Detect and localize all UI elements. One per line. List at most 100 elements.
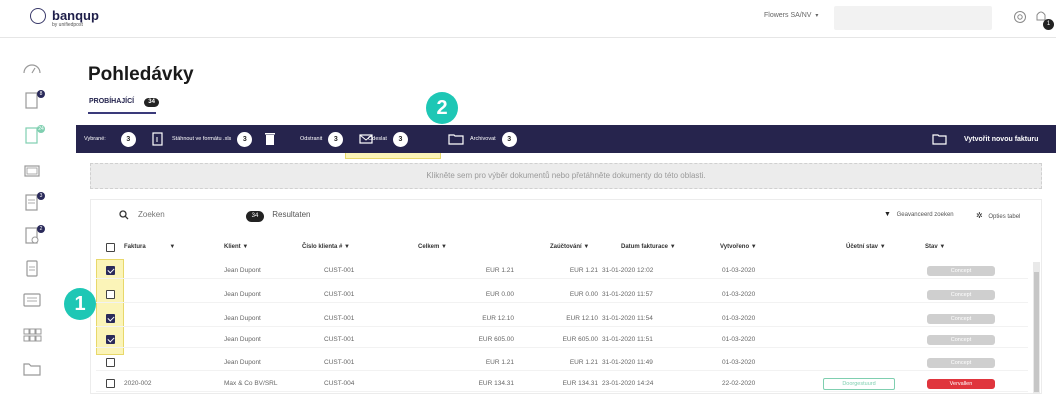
cell-klient: Jean Dupont	[224, 267, 261, 274]
status-badge: Concept	[927, 290, 995, 300]
download-xls-button[interactable]: Stáhnout ve formátu .xls 3	[150, 125, 253, 153]
send-label: Odeslat	[368, 136, 387, 142]
tab-in-progress[interactable]: PROBÍHAJÍCÍ 34	[89, 98, 160, 107]
upload-drop-zone[interactable]: Klikněte sem pro výběr dokumentů nebo př…	[90, 163, 1042, 189]
status-badge: Concept	[927, 358, 995, 368]
company-name: Flowers SA/NV	[764, 12, 812, 19]
cell-cislo: CUST-001	[324, 291, 355, 298]
bulk-action-bar: Vybrané: 3 Stáhnout ve formátu .xls 3 Od…	[76, 125, 1056, 153]
cell-faktura[interactable]: 2020-002	[124, 380, 151, 387]
col-header-faktura[interactable]: Faktura ▼	[124, 244, 175, 250]
cell-celkem: EUR 134.31	[478, 380, 514, 387]
col-header-zauctovani[interactable]: Zaúčtování ▼	[550, 244, 589, 250]
search-icon	[119, 210, 129, 220]
cell-cislo: CUST-001	[324, 336, 355, 343]
cell-celkem: EUR 1.21	[485, 267, 514, 274]
archive-action[interactable]: Archivovat 3	[448, 125, 517, 153]
cell-zauctovani: EUR 12.10	[566, 315, 598, 322]
col-header-datum[interactable]: Datum fakturace ▼	[621, 244, 676, 250]
row-divider	[96, 370, 1028, 371]
filter-icon: ▼	[939, 244, 946, 250]
cell-vytvoreno: 01-03-2020	[722, 267, 756, 274]
filter-icon: ▼	[169, 244, 176, 250]
logo-mark-icon	[30, 8, 46, 24]
results-summary: 34 Resultaten	[246, 210, 310, 222]
cell-datum: 31-01-2020 11:49	[602, 359, 653, 366]
table-options-button[interactable]: ✲ Opties tabel	[976, 211, 1020, 220]
create-invoice-label: Vytvořit novou fakturu	[964, 135, 1039, 143]
row-divider	[96, 278, 1028, 279]
payments-icon[interactable]	[20, 159, 44, 183]
results-count: 34	[246, 211, 264, 222]
advanced-search-button[interactable]: ▼ Geavanceerd zoeken	[884, 211, 954, 218]
col-header-cislo[interactable]: Číslo klienta # ▼	[302, 244, 350, 250]
col-header-ucetni-stav[interactable]: Účetní stav ▼	[846, 244, 886, 250]
table-search-input[interactable]	[138, 206, 218, 222]
contacts-grid-icon[interactable]	[20, 324, 44, 348]
download-doc-icon	[152, 132, 163, 146]
col-header-klient[interactable]: Klient ▼	[224, 244, 248, 250]
sidebar-badge: 24	[37, 125, 45, 133]
cell-celkem: EUR 0.00	[485, 291, 514, 298]
filter-icon: ▼	[583, 244, 590, 250]
annotation-badge-2: 2	[426, 92, 458, 124]
cell-klient: Jean Dupont	[224, 336, 261, 343]
sidebar-badge: 2	[37, 225, 45, 233]
send-action[interactable]: Odeslat 3	[368, 125, 408, 153]
folder-icon[interactable]	[20, 357, 44, 381]
select-all-checkbox[interactable]	[106, 243, 115, 252]
delete-button[interactable]	[262, 125, 278, 153]
selected-label: Vybrané:	[84, 136, 106, 142]
row-checkbox[interactable]	[106, 290, 115, 299]
cell-datum: 31-01-2020 11:51	[602, 336, 653, 343]
messages-icon[interactable]	[20, 289, 44, 313]
row-checkbox[interactable]	[106, 266, 115, 275]
cell-vytvoreno: 01-03-2020	[722, 336, 756, 343]
delete-action[interactable]: Odstranit 3	[300, 125, 344, 153]
report-icon[interactable]	[20, 257, 44, 281]
cell-vytvoreno: 22-02-2020	[722, 380, 756, 387]
cell-klient: Jean Dupont	[224, 291, 261, 298]
dashboard-gauge-icon[interactable]	[20, 57, 44, 81]
archive-label: Archivovat	[470, 136, 496, 142]
filter-icon: ▼	[884, 211, 891, 218]
logo-text: banqup	[52, 8, 99, 23]
status-badge: Vervallen	[927, 379, 995, 389]
cell-celkem: EUR 605.00	[478, 336, 514, 343]
top-bar: banqup by unifiedpost Flowers SA/NV ▾ 1	[0, 0, 1056, 38]
row-divider	[96, 326, 1028, 327]
cell-klient: Max & Co BV/SRL	[224, 380, 278, 387]
cell-cislo: CUST-004	[324, 380, 355, 387]
delete-label: Odstranit	[300, 136, 323, 142]
annotation-badge-1: 1	[64, 288, 96, 320]
table-scrollbar-thumb[interactable]	[1034, 272, 1039, 392]
row-checkbox[interactable]	[106, 358, 115, 367]
cell-zauctovani: EUR 0.00	[569, 291, 598, 298]
col-header-vytvoreno[interactable]: Vytvořeno ▼	[720, 244, 757, 250]
trash-icon	[265, 133, 275, 145]
send-count: 3	[392, 131, 408, 147]
col-header-stav[interactable]: Stav ▼	[925, 244, 945, 250]
row-checkbox[interactable]	[106, 379, 115, 388]
company-selector[interactable]: Flowers SA/NV ▾	[764, 12, 818, 19]
cell-cislo: CUST-001	[324, 267, 355, 274]
sidebar-badge: 8	[37, 90, 45, 98]
gear-icon: ✲	[976, 211, 983, 220]
advanced-search-label: Geavanceerd zoeken	[896, 212, 954, 218]
row-checkbox[interactable]	[106, 335, 115, 344]
global-search-field[interactable]	[834, 6, 992, 30]
tab-label: PROBÍHAJÍCÍ	[89, 98, 135, 105]
tab-active-indicator	[88, 112, 156, 114]
cell-celkem: EUR 12.10	[482, 315, 514, 322]
row-checkbox[interactable]	[106, 314, 115, 323]
status-badge: Concept	[927, 314, 995, 324]
filter-icon: ▼	[242, 244, 249, 250]
gear-icon[interactable]	[1012, 9, 1028, 25]
create-invoice-button[interactable]: Vytvořit novou fakturu	[932, 125, 1038, 153]
cell-datum: 31-01-2020 11:57	[602, 291, 653, 298]
row-divider	[96, 391, 1028, 392]
cell-vytvoreno: 01-03-2020	[722, 359, 756, 366]
cell-klient: Jean Dupont	[224, 359, 261, 366]
chevron-down-icon: ▾	[815, 13, 819, 19]
col-header-celkem[interactable]: Celkem ▼	[418, 244, 447, 250]
